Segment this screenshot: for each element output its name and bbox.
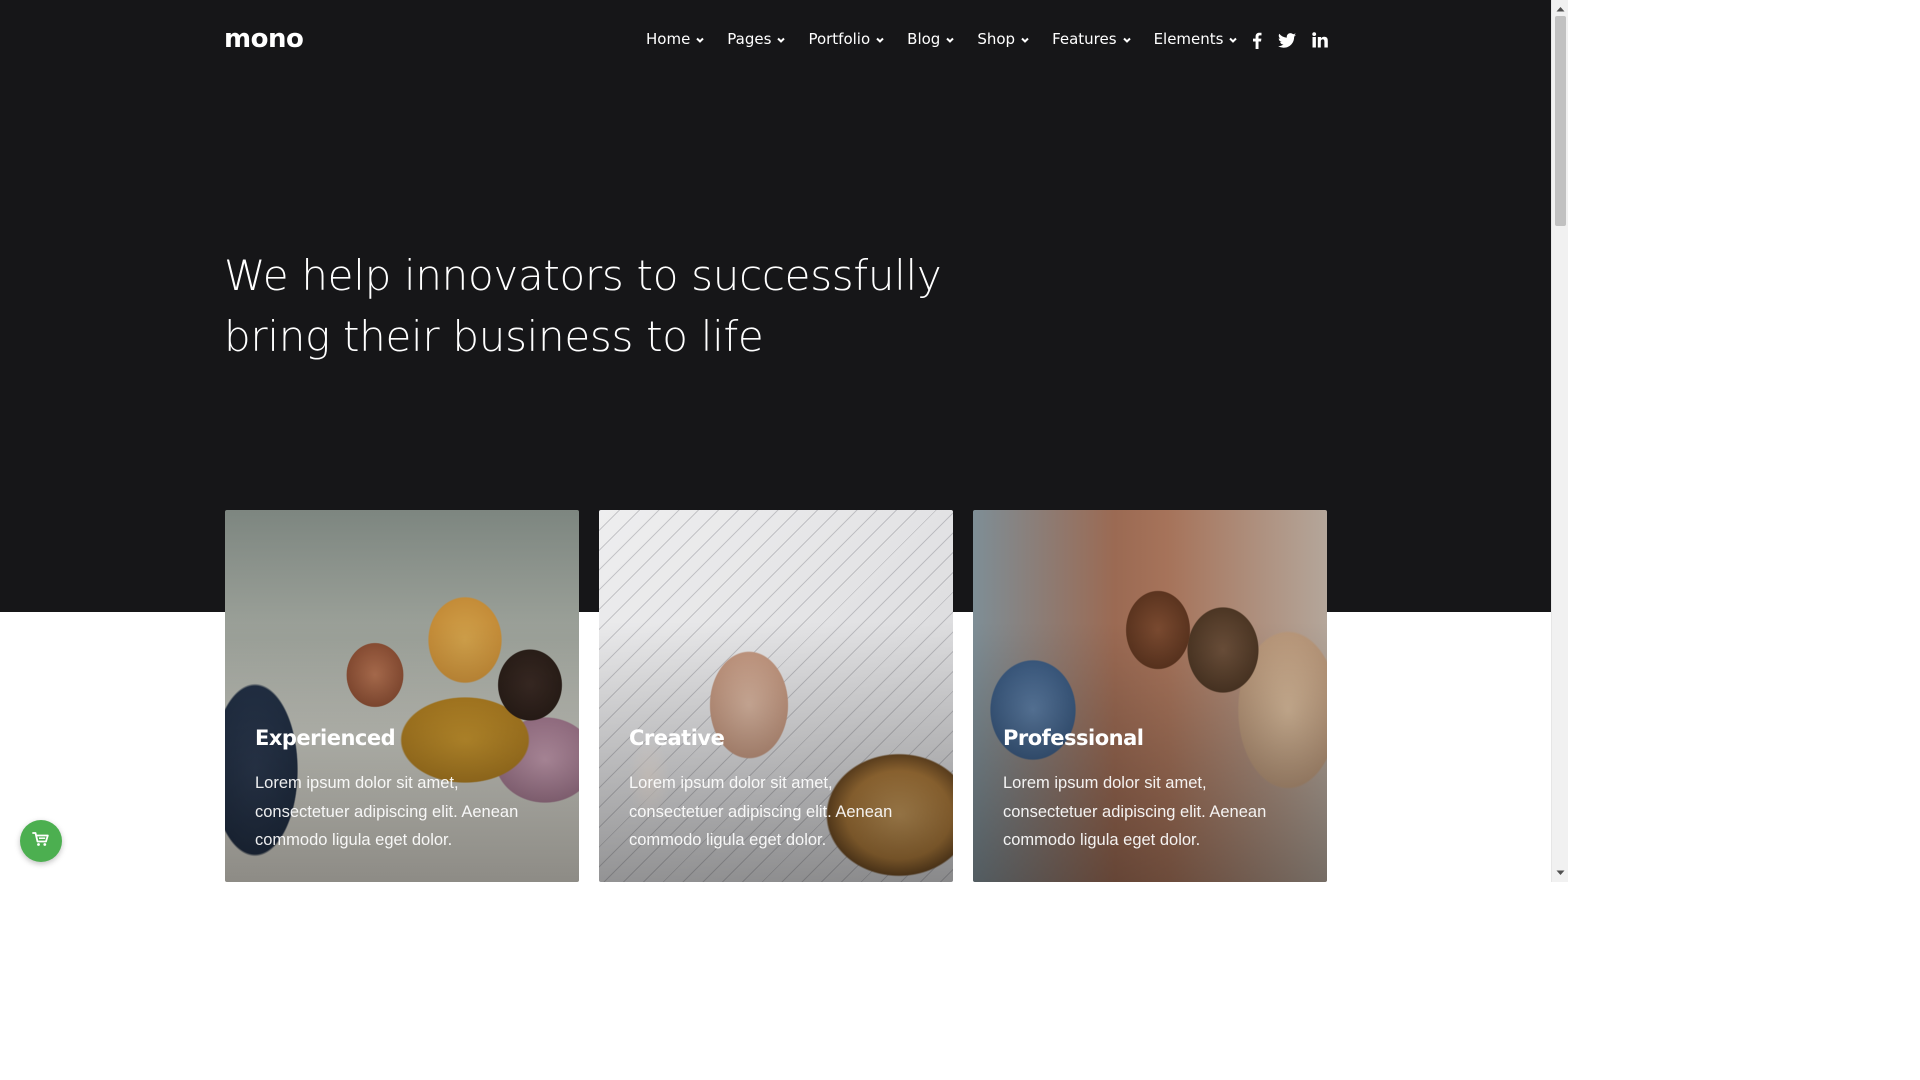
scroll-thumb[interactable] — [1555, 16, 1566, 226]
site-logo[interactable]: mono — [224, 24, 304, 54]
scroll-up-icon[interactable] — [1556, 4, 1565, 13]
twitter-icon[interactable] — [1278, 31, 1296, 49]
nav-item-blog[interactable]: Blog — [907, 30, 955, 48]
card-title: Professional — [1003, 726, 1144, 750]
feature-card-creative[interactable]: Creative Lorem ipsum dolor sit amet, con… — [599, 510, 953, 882]
chevron-down-icon — [1228, 35, 1238, 45]
card-text: Lorem ipsum dolor sit amet, consectetuer… — [629, 774, 893, 849]
nav-item-label: Features — [1052, 30, 1117, 48]
card-title: Experienced — [255, 726, 396, 750]
chevron-down-icon — [695, 35, 705, 45]
facebook-icon[interactable] — [1248, 31, 1266, 49]
nav-item-label: Elements — [1153, 30, 1224, 48]
feature-card-professional[interactable]: Professional Lorem ipsum dolor sit amet,… — [973, 510, 1327, 882]
chevron-down-icon — [875, 35, 885, 45]
nav-item-label: Portfolio — [808, 30, 871, 48]
page-scrollbar[interactable] — [1551, 0, 1568, 882]
nav-item-label: Pages — [727, 30, 772, 48]
scroll-down-icon[interactable] — [1556, 868, 1565, 877]
chevron-down-icon — [776, 35, 786, 45]
chevron-down-icon — [1020, 35, 1030, 45]
card-text: Lorem ipsum dolor sit amet, consectetuer… — [1003, 774, 1267, 849]
card-title: Creative — [629, 726, 725, 750]
card-text: Lorem ipsum dolor sit amet, consectetuer… — [255, 774, 519, 849]
linkedin-icon[interactable] — [1311, 31, 1329, 49]
nav-item-home[interactable]: Home — [646, 30, 705, 48]
chevron-down-icon — [1122, 35, 1132, 45]
nav-item-portfolio[interactable]: Portfolio — [808, 30, 885, 48]
nav-item-pages[interactable]: Pages — [727, 30, 786, 48]
nav-item-label: Shop — [977, 30, 1016, 48]
cart-icon — [32, 831, 50, 851]
main-nav: Home Pages Portfolio Blog Shop Features … — [646, 30, 1260, 48]
hero-headline: We help innovators to successfully bring… — [224, 245, 944, 367]
chevron-down-icon — [945, 35, 955, 45]
cart-button[interactable] — [20, 820, 62, 862]
nav-item-label: Home — [646, 30, 691, 48]
hero-headline-line-1: We help innovators to successfully — [224, 251, 942, 300]
nav-item-shop[interactable]: Shop — [977, 30, 1030, 48]
nav-item-features[interactable]: Features — [1052, 30, 1132, 48]
feature-card-experienced[interactable]: Experienced Lorem ipsum dolor sit amet, … — [225, 510, 579, 882]
nav-item-label: Blog — [907, 30, 941, 48]
hero-headline-line-2: bring their business to life — [224, 312, 764, 361]
nav-item-elements[interactable]: Elements — [1154, 30, 1239, 48]
